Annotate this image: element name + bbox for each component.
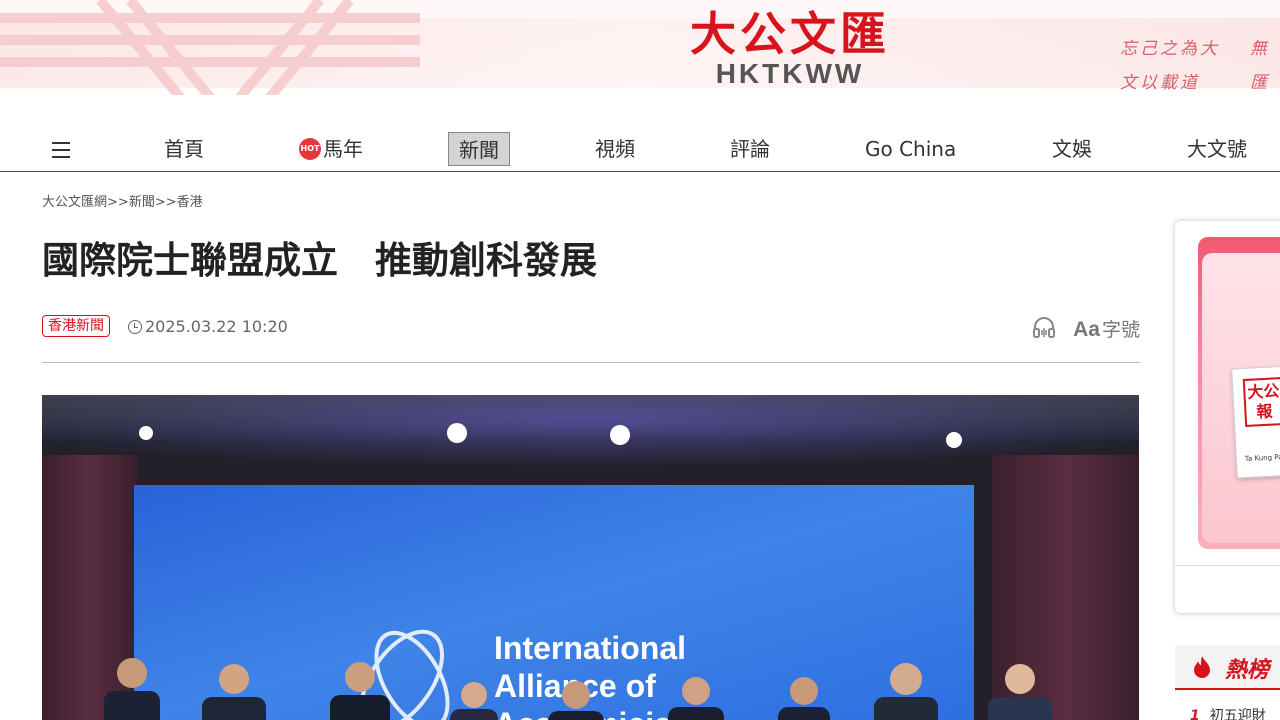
breadcrumb-hongkong[interactable]: 香港 <box>177 195 203 210</box>
headphones-icon[interactable] <box>1032 316 1056 338</box>
screen-text-line1: International <box>494 630 686 666</box>
logo-chinese: 大公文匯 <box>690 7 890 61</box>
calligraphy-line: 匯 <box>1250 73 1270 93</box>
clock-icon <box>128 320 142 334</box>
article-photo[interactable]: International Alliance of Academicians <box>42 395 1139 720</box>
font-size-button[interactable]: Aa 字號 <box>1073 315 1140 342</box>
newspaper-image: 大公報 Ta Kung Pao <box>1231 365 1280 479</box>
hot-list-item[interactable]: 1 初五迎財 <box>1190 705 1266 720</box>
nav-item-entertainment[interactable]: 文娛 <box>1052 132 1092 166</box>
font-size-label: 字號 <box>1101 319 1140 341</box>
calligraphy-slogan-2: 無 匯 <box>1250 32 1270 95</box>
hot-badge-icon: HOT <box>299 138 321 160</box>
logo-english: HKTKWW <box>715 58 865 89</box>
banner-decoration <box>0 0 420 95</box>
breadcrumb: 大公文匯網>>新聞>>香港 <box>42 191 203 210</box>
calligraphy-line: 無 <box>1250 39 1270 59</box>
main-nav: 首頁 HOT 馬年 新聞 視頻 評論 Go China 文娛 大文號 <box>0 128 1280 172</box>
nav-item-horse-year[interactable]: HOT 馬年 <box>299 132 363 166</box>
hot-list-title: 熱榜 <box>1225 658 1270 683</box>
flame-icon <box>1194 656 1210 678</box>
publish-datetime: 2025.03.22 10:20 <box>128 317 288 336</box>
breadcrumb-news[interactable]: 新聞 <box>129 195 155 210</box>
card-divider <box>1175 565 1280 566</box>
hot-rank: 1 <box>1190 708 1200 720</box>
breadcrumb-home[interactable]: 大公文匯網 <box>42 195 107 210</box>
calligraphy-line: 忘己之為大 <box>1120 39 1220 59</box>
hamburger-menu-icon[interactable] <box>52 142 70 158</box>
font-size-glyph: Aa <box>1073 318 1100 341</box>
category-tag[interactable]: 香港新聞 <box>42 315 110 337</box>
header-banner: 大公文匯 HKTKWW 忘己之為大 文以載道 無 匯 <box>0 0 1280 95</box>
hot-item-text: 初五迎財 <box>1209 708 1266 720</box>
nav-item-label: 馬年 <box>323 137 363 161</box>
nav-item-commentary[interactable]: 評論 <box>730 132 770 166</box>
calligraphy-line: 文以載道 <box>1120 73 1200 93</box>
photo-scene: International Alliance of Academicians <box>42 395 1139 720</box>
nav-item-video[interactable]: 視頻 <box>595 132 635 166</box>
hot-list-header: 熱榜 <box>1175 645 1280 690</box>
sidebar-promo-card[interactable]: 大公報 Ta Kung Pao <box>1175 221 1280 613</box>
meta-divider <box>42 362 1140 363</box>
article-meta: 香港新聞 2025.03.22 10:20 Aa 字號 <box>42 315 1140 342</box>
nav-item-dawen-hao[interactable]: 大文號 <box>1187 132 1247 166</box>
calligraphy-slogan: 忘己之為大 文以載道 <box>1120 32 1220 95</box>
article-title: 國際院士聯盟成立 推動創科發展 <box>42 239 597 282</box>
nav-item-news[interactable]: 新聞 <box>448 132 510 166</box>
nav-item-home[interactable]: 首頁 <box>164 132 204 166</box>
breadcrumb-separator: >> <box>107 195 129 210</box>
newspaper-subtitle: Ta Kung Pao <box>1244 452 1280 464</box>
newspaper-title: 大公報 <box>1242 376 1280 427</box>
datetime-text: 2025.03.22 10:20 <box>145 317 288 336</box>
promo-banner: 大公報 Ta Kung Pao <box>1198 237 1280 549</box>
site-logo[interactable]: 大公文匯 HKTKWW <box>655 6 925 94</box>
nav-item-go-china[interactable]: Go China <box>865 132 956 166</box>
breadcrumb-separator: >> <box>154 195 177 210</box>
